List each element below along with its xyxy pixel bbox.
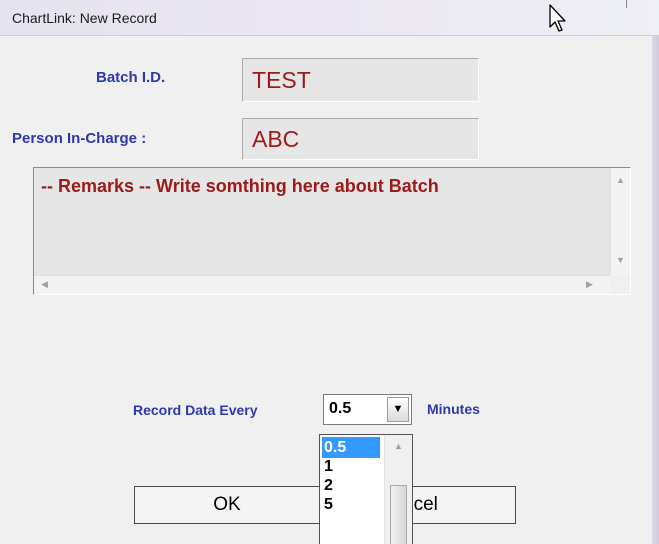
- remarks-horizontal-scrollbar[interactable]: ◀ ▶: [34, 275, 610, 294]
- dropdown-option[interactable]: 2: [322, 475, 380, 496]
- person-in-charge-input[interactable]: ABC: [242, 118, 479, 160]
- interval-dropdown-list[interactable]: 0.5 1 2 5 ▲: [319, 434, 413, 544]
- record-interval-value: 0.5: [329, 400, 352, 417]
- chevron-down-icon[interactable]: ▼: [387, 397, 409, 422]
- person-in-charge-label: Person In-Charge :: [12, 130, 147, 147]
- dropdown-option[interactable]: 0.5: [322, 437, 380, 458]
- window-frame: [652, 36, 659, 544]
- title-bar-divider: [626, 0, 627, 8]
- mouse-pointer-icon: [549, 4, 566, 32]
- scroll-up-icon[interactable]: ▲: [616, 176, 625, 185]
- scrollbar-thumb[interactable]: [390, 485, 407, 544]
- batch-id-input[interactable]: TEST: [242, 58, 479, 102]
- remarks-text: -- Remarks -- Write somthing here about …: [41, 176, 439, 196]
- dropdown-scrollbar[interactable]: ▲: [384, 435, 412, 544]
- scrollbar-corner: [610, 275, 630, 294]
- remarks-textarea[interactable]: -- Remarks -- Write somthing here about …: [33, 167, 631, 295]
- scroll-left-icon[interactable]: ◀: [41, 280, 48, 289]
- ok-button[interactable]: OK: [134, 486, 320, 524]
- window-title: ChartLink: New Record: [12, 10, 157, 26]
- remarks-vertical-scrollbar[interactable]: ▲ ▼: [610, 168, 630, 276]
- batch-id-label: Batch I.D.: [96, 69, 166, 86]
- scroll-down-icon[interactable]: ▼: [616, 256, 625, 265]
- title-bar: ChartLink: New Record: [0, 0, 659, 36]
- dropdown-option[interactable]: 1: [322, 456, 380, 477]
- record-interval-label: Record Data Every: [133, 402, 258, 418]
- dropdown-option[interactable]: 5: [322, 494, 380, 515]
- minutes-label: Minutes: [427, 401, 480, 417]
- scroll-right-icon[interactable]: ▶: [586, 280, 593, 289]
- record-interval-select[interactable]: 0.5 ▼: [323, 394, 412, 425]
- scroll-up-icon[interactable]: ▲: [394, 442, 403, 451]
